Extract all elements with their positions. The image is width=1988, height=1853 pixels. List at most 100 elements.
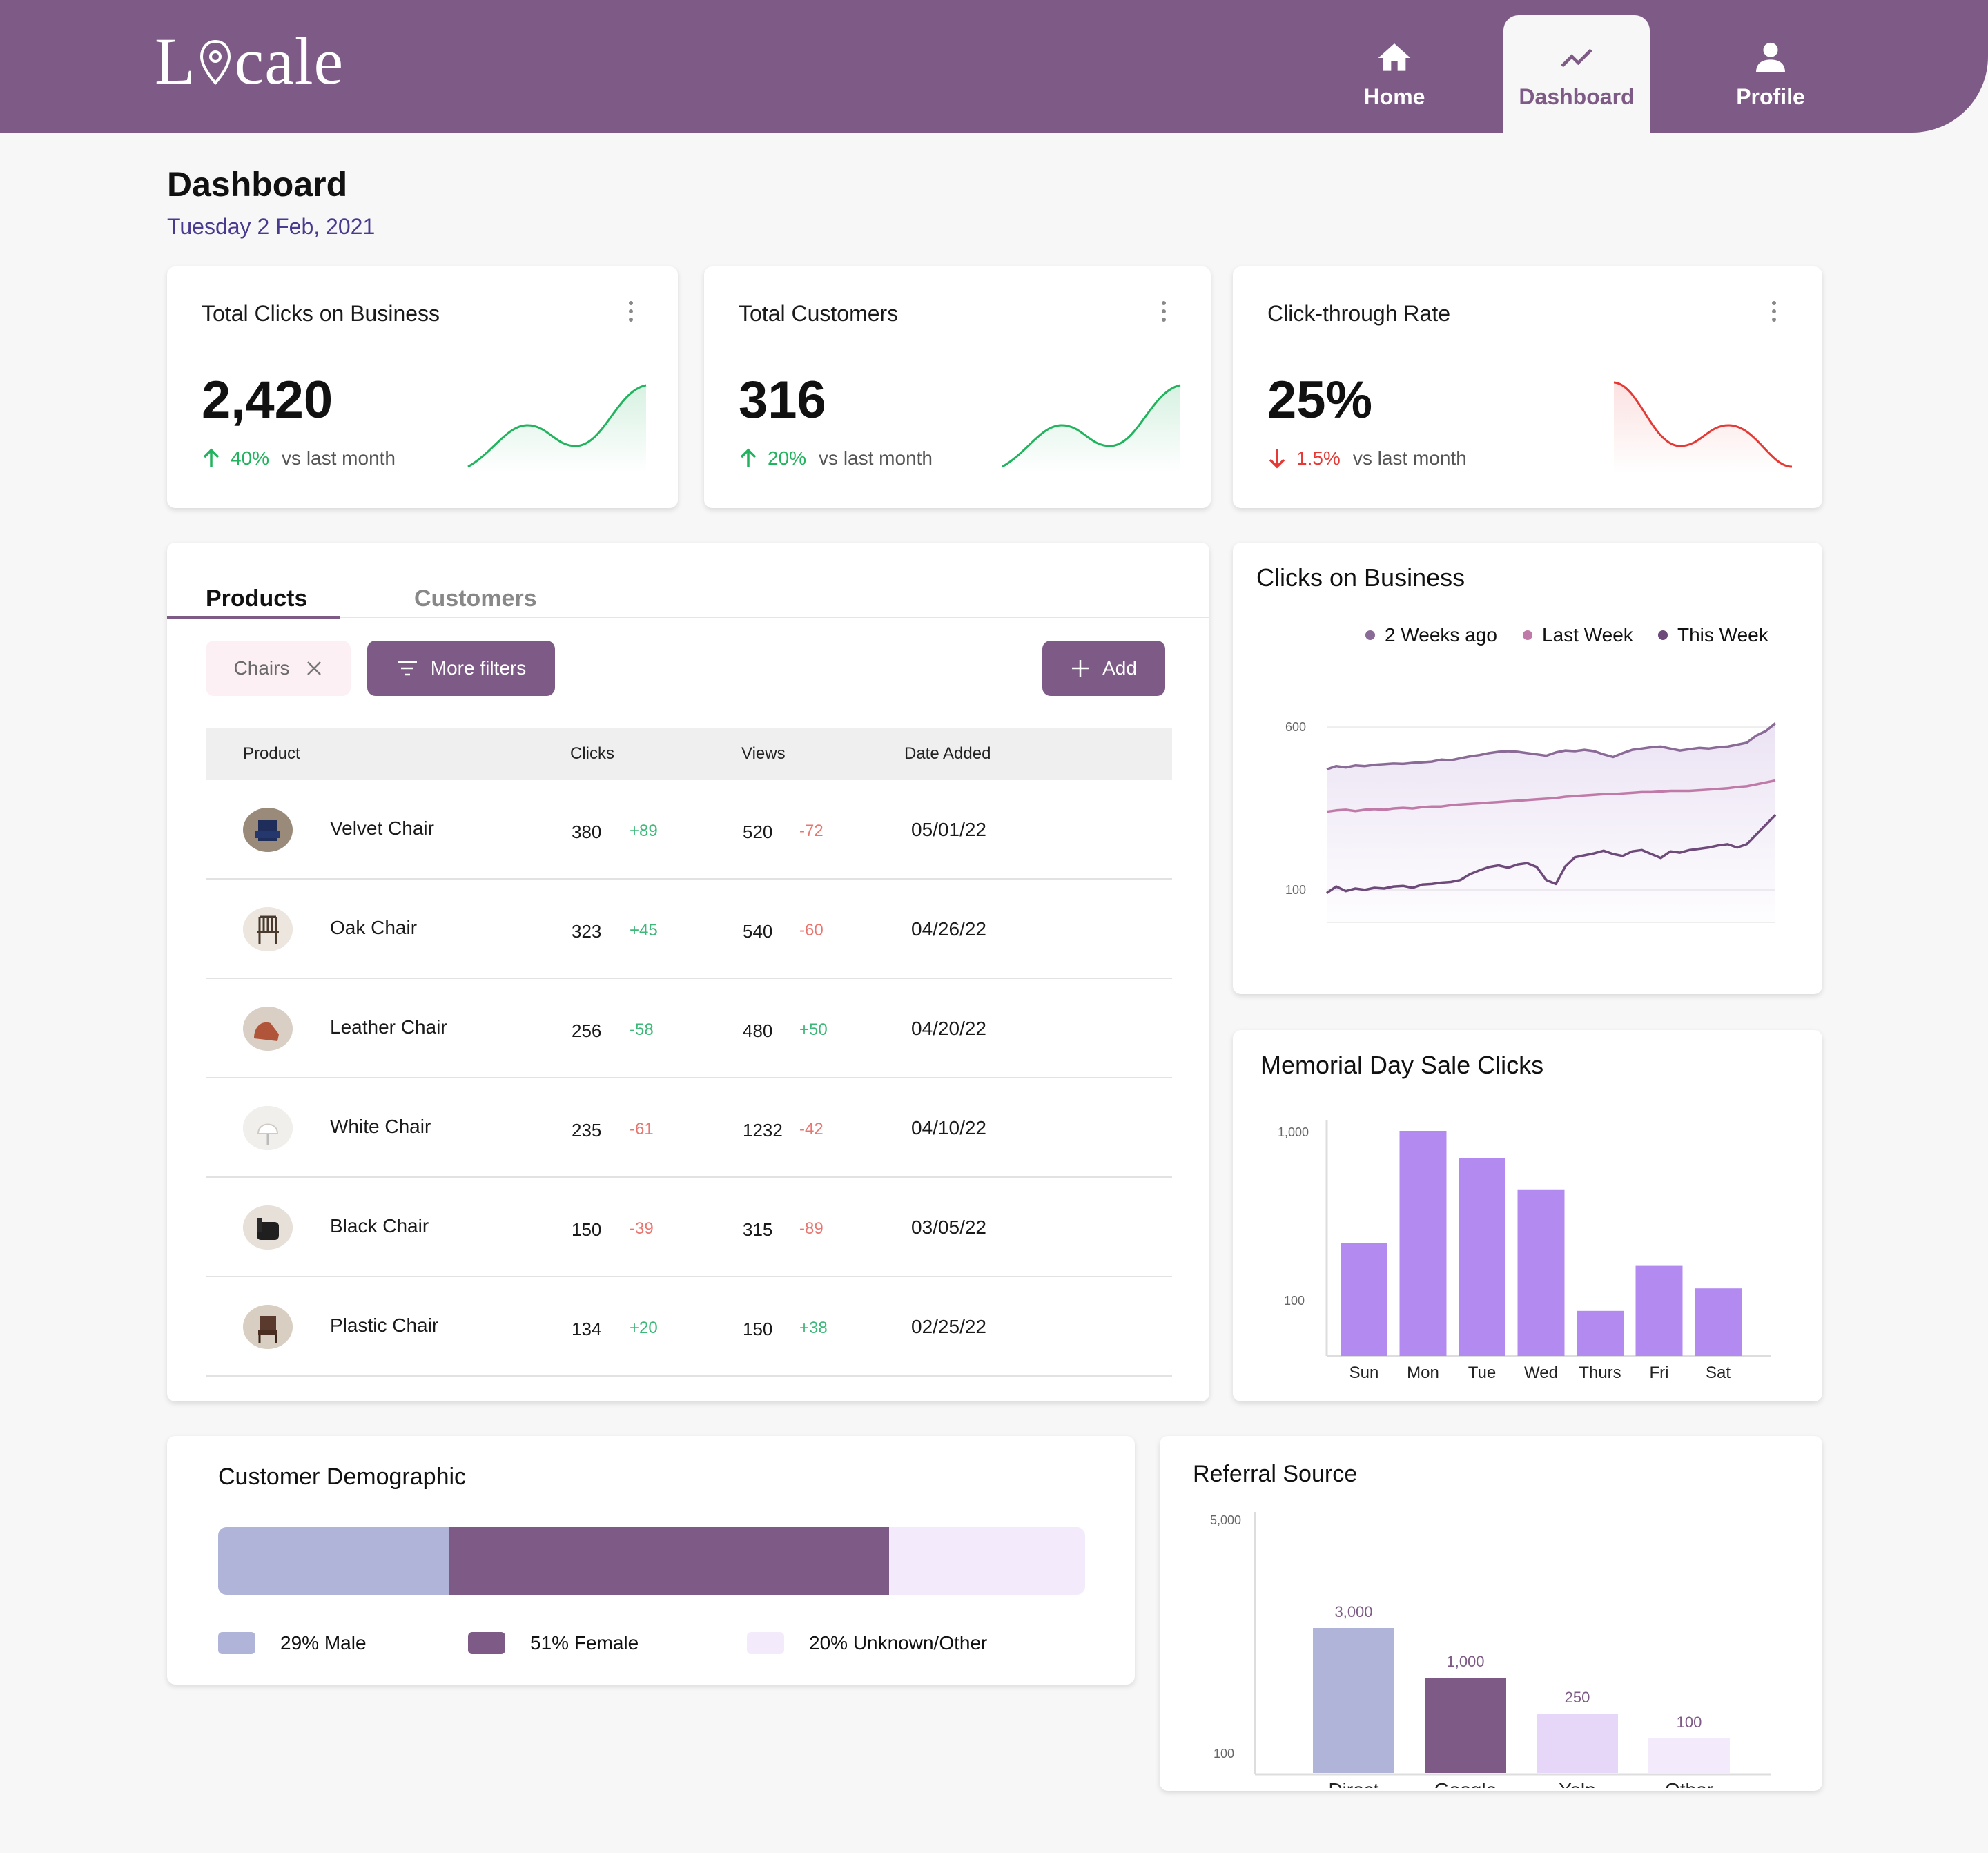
active-tab-indicator xyxy=(167,616,340,619)
arrow-up-icon xyxy=(740,448,757,467)
tab-customers[interactable]: Customers xyxy=(414,585,537,612)
x-tick-label: Sun xyxy=(1349,1364,1379,1382)
kpi-change: 40% vs last month xyxy=(202,447,396,469)
views-value: 520 xyxy=(743,822,773,842)
column-header-clicks[interactable]: Clicks xyxy=(570,744,614,764)
column-header-product[interactable]: Product xyxy=(243,744,300,764)
product-name: Oak Chair xyxy=(330,917,418,938)
demographic-segment-unknown xyxy=(889,1527,1085,1595)
more-filters-button[interactable]: More filters xyxy=(367,641,555,696)
table-row[interactable]: White Chair 235 -61 1232 -42 04/10/22 xyxy=(206,1078,1172,1178)
kpi-title: Total Clicks on Business xyxy=(202,301,440,326)
y-tick-label: 600 xyxy=(1285,720,1306,734)
y-tick-label: 5,000 xyxy=(1210,1513,1241,1527)
views-value: 540 xyxy=(743,921,773,942)
bar-sat xyxy=(1695,1288,1742,1356)
product-thumbnail xyxy=(243,808,293,852)
product-name: Velvet Chair xyxy=(330,817,434,839)
date-added: 04/26/22 xyxy=(911,918,986,940)
table-row[interactable]: Plastic Chair 134 +20 150 +38 02/25/22 xyxy=(206,1277,1172,1377)
table-header: Product Clicks Views Date Added xyxy=(206,728,1172,780)
filter-icon xyxy=(397,661,417,676)
table-row[interactable]: Leather Chair 256 -58 480 +50 04/20/22 xyxy=(206,979,1172,1078)
x-tick-label: Wed xyxy=(1524,1364,1558,1382)
home-icon xyxy=(1378,43,1411,71)
memorial-chart-title: Memorial Day Sale Clicks xyxy=(1260,1051,1544,1079)
nav-dashboard[interactable]: Dashboard xyxy=(1503,15,1650,133)
x-tick-label: Thurs xyxy=(1579,1364,1621,1382)
kpi-change-caption: vs last month xyxy=(819,447,933,469)
tab-products[interactable]: Products xyxy=(206,585,307,612)
nav-home-label: Home xyxy=(1363,84,1425,109)
clicks-value: 150 xyxy=(572,1219,602,1240)
filter-chip-chairs[interactable]: Chairs xyxy=(206,641,351,696)
demographic-segment-male xyxy=(218,1527,449,1595)
column-header-views[interactable]: Views xyxy=(741,744,786,764)
top-navigation-bar: L cale Home Dashboard Profile xyxy=(0,0,1988,133)
locale-logo[interactable]: L cale xyxy=(155,19,344,102)
table-row[interactable]: Oak Chair 323 +45 540 -60 04/26/22 xyxy=(206,880,1172,979)
referral-bar-chart: 5,000 100 3,000 Direct 1,000 Google 250 Yelp 100… xyxy=(1210,1512,1771,1788)
kpi-sparkline xyxy=(1613,381,1793,474)
page-title: Dashboard xyxy=(167,165,348,204)
customer-demographic-panel: Customer Demographic 29% Male 51% Female… xyxy=(167,1436,1135,1685)
table-row[interactable]: Velvet Chair 380 +89 520 -72 05/01/22 xyxy=(206,780,1172,880)
legend-unknown: 20% Unknown/Other xyxy=(747,1632,987,1654)
nav-profile[interactable]: Profile xyxy=(1712,15,1829,133)
x-tick-label: Fri xyxy=(1650,1364,1669,1382)
kpi-card-total-customers: Total Customers 316 20% vs last month xyxy=(704,266,1211,508)
date-added: 04/10/22 xyxy=(911,1117,986,1138)
kpi-change-caption: vs last month xyxy=(1352,447,1467,469)
clicks-value: 256 xyxy=(572,1020,602,1041)
y-tick-label: 100 xyxy=(1285,883,1306,897)
y-tick-label: 1,000 xyxy=(1278,1125,1309,1139)
arrow-down-icon xyxy=(1269,449,1285,469)
plus-icon xyxy=(1072,660,1089,677)
bar-value-label: 100 xyxy=(1677,1714,1702,1731)
bar-wed xyxy=(1517,1189,1565,1356)
bar-other xyxy=(1648,1738,1730,1773)
demographic-stacked-bar xyxy=(218,1527,1085,1595)
clicks-delta: +45 xyxy=(630,921,658,940)
views-value: 150 xyxy=(743,1319,773,1339)
logo-text-start: L xyxy=(155,23,196,98)
table-row[interactable]: Black Chair 150 -39 315 -89 03/05/22 xyxy=(206,1178,1172,1277)
column-header-date-added[interactable]: Date Added xyxy=(904,744,991,764)
demographic-segment-female xyxy=(449,1527,890,1595)
logo-text-end: cale xyxy=(234,23,344,98)
kpi-value: 316 xyxy=(739,371,826,429)
nav-dashboard-label: Dashboard xyxy=(1519,84,1635,109)
clicks-delta: -61 xyxy=(630,1120,654,1138)
views-delta: +38 xyxy=(799,1319,828,1337)
bar-value-label: 1,000 xyxy=(1446,1653,1484,1670)
page-date: Tuesday 2 Feb, 2021 xyxy=(167,214,376,239)
add-label: Add xyxy=(1102,657,1137,679)
bar-google xyxy=(1425,1678,1506,1773)
more-options-icon[interactable] xyxy=(625,301,636,329)
views-value: 315 xyxy=(743,1219,773,1240)
views-value: 480 xyxy=(743,1020,773,1041)
more-options-icon[interactable] xyxy=(1768,301,1780,329)
legend-label: 51% Female xyxy=(530,1632,639,1653)
date-added: 03/05/22 xyxy=(911,1216,986,1238)
bar-value-label: 3,000 xyxy=(1334,1603,1372,1620)
add-product-button[interactable]: Add xyxy=(1042,641,1165,696)
bar-tue xyxy=(1459,1158,1505,1356)
legend-male: 29% Male xyxy=(218,1632,367,1654)
clicks-on-business-panel: Clicks on Business 2 Weeks ago Last Week… xyxy=(1233,543,1822,994)
legend-female: 51% Female xyxy=(468,1632,639,1654)
legend-last-week: Last Week xyxy=(1523,624,1633,646)
trend-icon xyxy=(1561,48,1592,67)
kpi-title: Total Customers xyxy=(739,301,899,326)
product-name: White Chair xyxy=(330,1116,431,1137)
clicks-value: 134 xyxy=(572,1319,602,1339)
close-icon[interactable] xyxy=(306,660,322,677)
x-tick-label: Mon xyxy=(1407,1364,1439,1382)
clicks-chart-title: Clicks on Business xyxy=(1256,563,1465,592)
clicks-delta: -58 xyxy=(630,1020,654,1039)
clicks-delta: +20 xyxy=(630,1319,658,1337)
nav-home[interactable]: Home xyxy=(1339,15,1450,133)
kpi-change: 20% vs last month xyxy=(739,447,933,469)
more-options-icon[interactable] xyxy=(1158,301,1169,329)
x-tick-label: Google xyxy=(1434,1779,1497,1788)
